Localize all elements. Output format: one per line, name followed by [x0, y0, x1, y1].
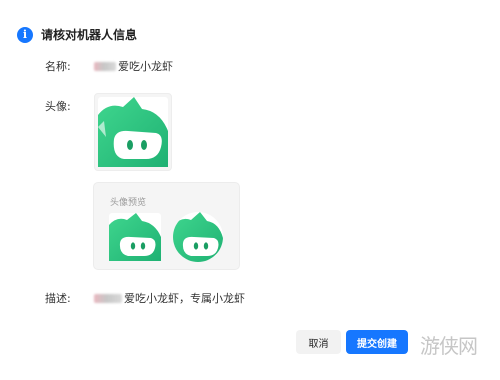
preview-title: 头像预览 [110, 198, 147, 208]
redacted-text [94, 293, 122, 303]
submit-create-button[interactable]: 提交创建 [346, 330, 408, 354]
watermark-logo: 游侠网 [420, 334, 478, 358]
name-value: 爱吃小龙虾 [94, 58, 173, 74]
description-label: 描述: [45, 292, 71, 305]
cancel-button[interactable]: 取消 [296, 330, 341, 354]
avatar-preview-square-icon [109, 213, 161, 261]
name-label: 名称: [45, 60, 71, 73]
avatar-label: 头像: [45, 100, 71, 113]
name-text: 爱吃小龙虾 [118, 60, 173, 73]
robot-avatar-icon [98, 97, 168, 167]
avatar-image [94, 93, 172, 171]
info-icon: i [17, 26, 33, 43]
review-dialog: i 请核对机器人信息 名称: 爱吃小龙虾 头像: 头像预览 描述: 爱吃小龙虾，… [0, 0, 500, 380]
dialog-title: 请核对机器人信息 [41, 28, 138, 42]
dialog-header: i 请核对机器人信息 [17, 26, 137, 43]
redacted-text [94, 61, 116, 71]
avatar-preview-panel: 头像预览 [93, 182, 240, 270]
description-value: 爱吃小龙虾，专属小龙虾 [94, 290, 245, 306]
avatar-preview-round-icon [173, 212, 223, 262]
description-text: 爱吃小龙虾，专属小龙虾 [124, 292, 245, 305]
